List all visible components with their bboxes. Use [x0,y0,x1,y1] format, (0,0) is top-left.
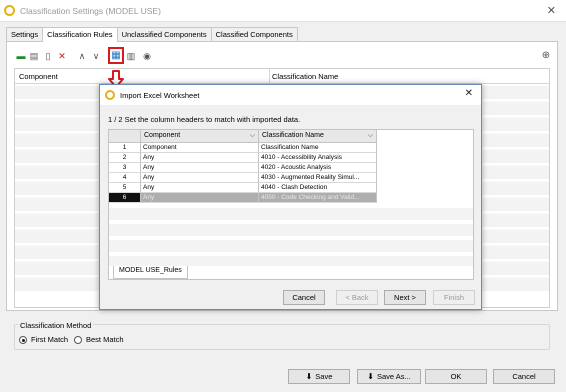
column-mapping-classification-name[interactable]: Classification Name ⌵ [259,130,377,143]
cancel-button[interactable]: Cancel [493,369,555,384]
globe-icon[interactable]: ⊕ [540,50,552,62]
dialog-title-bar: Import Excel Worksheet ✕ [100,85,481,105]
import-excel-icon[interactable]: ▦ [108,47,124,64]
save-as-button[interactable]: ⬇ Save As... [357,369,421,384]
dialog-app-icon [105,90,115,100]
delete-icon[interactable]: ✕ [57,50,67,62]
tab-settings[interactable]: Settings [6,27,44,41]
dialog-close-icon[interactable]: ✕ [465,88,473,99]
save-icon: ⬇ [305,372,313,381]
worksheet-preview[interactable]: Component ⌵ Classification Name ⌵ 1 Comp… [108,129,474,275]
best-match-label[interactable]: Best Match [86,335,124,344]
save-button[interactable]: ⬇ Save [288,369,350,384]
sheet-corner [109,130,141,143]
ok-button[interactable]: OK [425,369,487,384]
window-title: Classification Settings (MODEL USE) [20,6,161,16]
step-instruction: 1 / 2 Set the column headers to match wi… [108,115,301,124]
dialog-title: Import Excel Worksheet [120,91,200,100]
title-bar: Classification Settings (MODEL USE) ✕ [0,0,566,22]
add-row-icon[interactable]: ▬ [16,50,26,62]
tab-bar: Settings Classification Rules Unclassifi… [6,27,298,42]
tab-unclassified-components[interactable]: Unclassified Components [116,27,212,41]
column-header-classification-name[interactable]: Classification Name [272,72,338,81]
hide-icon[interactable]: ◉ [141,50,153,62]
dialog-cancel-button[interactable]: Cancel [283,290,325,305]
first-match-radio[interactable] [19,336,27,344]
empty-row [109,208,473,220]
sheet-tab-bar: MODEL USE_Rules [108,266,474,280]
import-excel-dialog: Import Excel Worksheet ✕ 1 / 2 Set the c… [99,84,482,310]
finish-button[interactable]: Finish [433,290,475,305]
sheet-tab-model-use-rules[interactable]: MODEL USE_Rules [113,266,188,279]
insert-column-icon[interactable]: ▯ [43,50,53,62]
app-icon [4,5,15,16]
tab-classification-rules[interactable]: Classification Rules [42,27,118,42]
close-icon[interactable]: ✕ [547,4,556,17]
classification-method-legend: Classification Method [18,321,94,330]
move-up-icon[interactable]: ∧ [77,50,87,62]
next-button[interactable]: Next > [384,290,426,305]
column-header-component[interactable]: Component [19,72,58,81]
chevron-down-icon[interactable]: ⌵ [250,132,255,140]
back-button[interactable]: < Back [336,290,378,305]
tab-classified-components[interactable]: Classified Components [210,27,298,41]
best-match-radio[interactable] [74,336,82,344]
first-match-label[interactable]: First Match [31,335,68,344]
column-mapping-component[interactable]: Component ⌵ [141,130,259,143]
empty-row [109,224,473,236]
sheet-icon[interactable]: ▤ [29,50,39,62]
save-as-icon: ⬇ [367,372,374,381]
export-icon[interactable]: ▥ [126,50,136,62]
move-down-icon[interactable]: ∨ [91,50,101,62]
grid-header: Component Classification Name [15,69,549,84]
chevron-down-icon[interactable]: ⌵ [368,132,373,140]
empty-row [109,240,473,252]
